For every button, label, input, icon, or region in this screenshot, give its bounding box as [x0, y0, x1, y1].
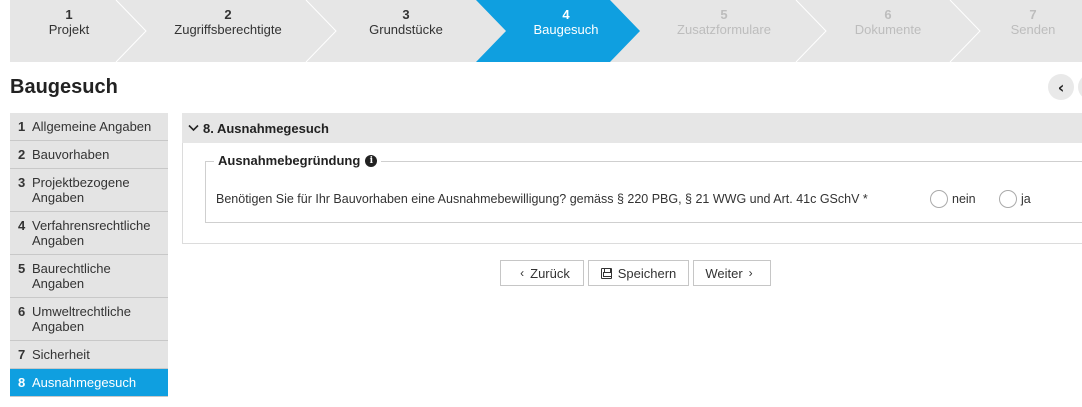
- step-dokumente[interactable]: 6 Dokumente: [824, 0, 952, 62]
- fieldset-legend: Ausnahmebegründung i: [214, 153, 382, 168]
- step-label: Baugesuch: [533, 22, 599, 37]
- sidebar-item-projektbezogene-angaben[interactable]: 3 Projektbezogene Angaben: [10, 169, 168, 212]
- back-button-label: Zurück: [530, 265, 570, 281]
- step-number: 1: [65, 7, 73, 22]
- sidebar-item-number: 6: [18, 304, 26, 319]
- step-number: 5: [720, 7, 728, 22]
- floppy-disk-icon: [600, 267, 612, 279]
- fieldset-ausnahmebegruendung: Ausnahmebegründung i Benötigen Sie für I…: [205, 153, 1082, 223]
- step-number: 6: [884, 7, 892, 22]
- step-number: 7: [1029, 7, 1037, 22]
- sidebar-item-bauvorhaben[interactable]: 2 Bauvorhaben: [10, 141, 168, 169]
- chevron-left-icon: ‹: [520, 266, 525, 280]
- sidebar-item-allgemeine-angaben[interactable]: 1 Allgemeine Angaben: [10, 113, 168, 141]
- wizard-stepper: 1 Projekt 2 Zugriffsberechtigte 3 Grunds…: [10, 0, 1082, 62]
- step-label: Zugriffsberechtigte: [174, 22, 282, 37]
- step-grundstuecke[interactable]: 3 Grundstücke: [336, 0, 476, 62]
- next-section-button[interactable]: ›: [1078, 74, 1082, 100]
- info-icon[interactable]: i: [365, 154, 378, 167]
- radio-label: ja: [1021, 192, 1031, 206]
- step-zugriffsberechtigte[interactable]: 2 Zugriffsberechtigte: [148, 0, 308, 62]
- step-label: Grundstücke: [369, 22, 443, 37]
- step-projekt[interactable]: 1 Projekt: [10, 0, 128, 62]
- radio-option-ja[interactable]: ja: [999, 190, 1031, 208]
- sidebar-item-number: 3: [18, 175, 26, 190]
- legend-label: Ausnahmebegründung: [218, 153, 361, 168]
- step-zusatzformulare[interactable]: 5 Zusatzformulare: [650, 0, 798, 62]
- sidebar-item-sicherheit[interactable]: 7 Sicherheit: [10, 341, 168, 369]
- sidebar-item-verfahrensrechtliche-angaben[interactable]: 4 Verfahrensrechtliche Angaben: [10, 212, 168, 255]
- sidebar-item-label: Ausnahmegesuch: [32, 375, 137, 390]
- sidebar-item-label: Verfahrensrechtliche Angaben: [32, 218, 151, 248]
- back-button[interactable]: ‹ Zurück: [500, 260, 584, 286]
- sidebar-item-number: 7: [18, 347, 26, 362]
- step-number: 3: [402, 7, 410, 22]
- section-title: 8. Ausnahmegesuch: [203, 120, 329, 136]
- sidebar-item-label: Projektbezogene Angaben: [32, 175, 130, 205]
- sidebar-item-label: Bauvorhaben: [32, 147, 110, 162]
- save-button-label: Speichern: [617, 265, 677, 281]
- section-header-toggle[interactable]: 8. Ausnahmegesuch: [182, 113, 1082, 143]
- step-label: Senden: [1010, 22, 1056, 37]
- sidebar-item-label: Sicherheit: [32, 347, 90, 362]
- save-button[interactable]: Speichern: [588, 260, 689, 286]
- radio-button[interactable]: [999, 190, 1017, 208]
- section-body: Ausnahmebegründung i Benötigen Sie für I…: [182, 143, 1082, 244]
- next-button-label: Weiter: [705, 265, 743, 281]
- next-button[interactable]: Weiter ›: [693, 260, 771, 286]
- sidebar-item-label: Allgemeine Angaben: [32, 119, 152, 134]
- question-label: Benötigen Sie für Ihr Bauvorhaben eine A…: [216, 192, 868, 206]
- sidebar-item-umweltrechtliche-angaben[interactable]: 6 Umweltrechtliche Angaben: [10, 298, 168, 341]
- step-senden[interactable]: 7 Senden: [980, 0, 1082, 62]
- step-baugesuch[interactable]: 4 Baugesuch: [506, 0, 626, 62]
- radio-label: nein: [952, 192, 976, 206]
- chevron-left-icon: ‹: [1057, 77, 1065, 97]
- chevron-down-icon: [188, 124, 199, 132]
- sidebar-item-label: Umweltrechtliche Angaben: [32, 304, 131, 334]
- step-label: Projekt: [48, 22, 90, 37]
- prev-section-button[interactable]: ‹: [1048, 74, 1074, 100]
- section-sidebar: 1 Allgemeine Angaben 2 Bauvorhaben 3 Pro…: [10, 113, 168, 397]
- sidebar-item-number: 2: [18, 147, 26, 162]
- page-title: Baugesuch: [10, 76, 118, 98]
- sidebar-item-number: 1: [18, 119, 26, 134]
- sidebar-item-number: 8: [18, 375, 26, 390]
- radio-option-nein[interactable]: nein: [930, 190, 976, 208]
- radio-button[interactable]: [930, 190, 948, 208]
- sidebar-item-ausnahmegesuch[interactable]: 8 Ausnahmegesuch: [10, 369, 168, 397]
- step-label: Dokumente: [854, 22, 922, 37]
- form-actions: ‹ Zurück Speichern Weiter ›: [0, 260, 1082, 286]
- step-number: 4: [562, 7, 570, 22]
- step-label: Zusatzformulare: [677, 22, 771, 37]
- chevron-right-icon: ›: [748, 266, 753, 280]
- step-number: 2: [224, 7, 232, 22]
- sidebar-item-number: 4: [18, 218, 26, 233]
